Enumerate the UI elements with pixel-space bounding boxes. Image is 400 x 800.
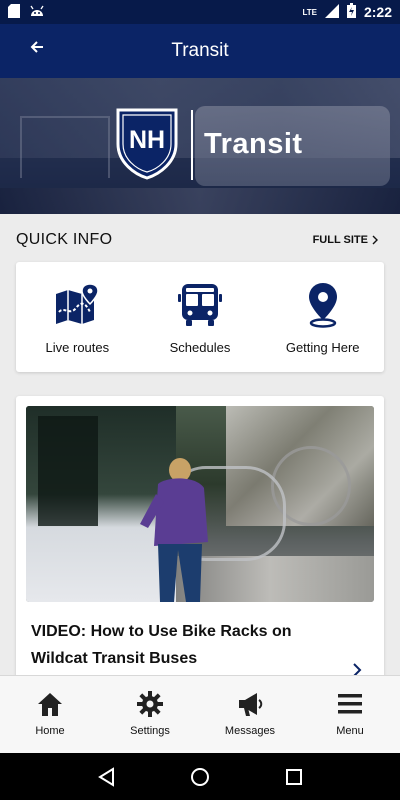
megaphone-icon <box>239 693 263 716</box>
quick-item-label: Live routes <box>45 340 110 355</box>
chevron-right-icon <box>372 235 378 245</box>
app-bar: Transit <box>0 24 400 78</box>
menu-icon <box>338 694 362 714</box>
thumbnail-person <box>140 458 208 602</box>
home-circle-icon[interactable] <box>190 767 210 787</box>
unh-shield-logo: NH <box>116 108 178 180</box>
news-card[interactable]: VIDEO: How to Use Bike Racks on Wildcat … <box>16 396 384 686</box>
quick-item-live-routes[interactable]: Live routes <box>16 262 139 372</box>
nav-label: Settings <box>130 725 170 737</box>
android-icon <box>30 4 44 20</box>
nav-label: Home <box>35 725 65 737</box>
nav-messages[interactable]: Messages <box>200 676 300 753</box>
nav-menu[interactable]: Menu <box>300 676 400 753</box>
bottom-nav: Home Settings Messages Menu <box>0 675 400 753</box>
lte-label: LTE <box>302 7 317 17</box>
home-icon <box>38 693 62 716</box>
nav-label: Messages <box>224 725 276 737</box>
status-bar: LTE 2:22 <box>0 0 400 24</box>
nav-label: Menu <box>336 725 364 737</box>
logo-letters: NH <box>129 126 165 154</box>
full-site-link[interactable]: FULL SITE <box>313 234 378 246</box>
system-nav-bar <box>0 753 400 800</box>
signal-icon <box>324 3 339 21</box>
clock: 2:22 <box>363 4 392 20</box>
battery-icon <box>346 3 356 21</box>
back-triangle-icon[interactable] <box>97 766 115 787</box>
recents-square-icon[interactable] <box>285 768 303 786</box>
quick-info-card: Live routes Schedules Getting Here <box>16 262 384 372</box>
map-pin-icon <box>56 283 100 324</box>
quick-item-label: Getting Here <box>285 340 360 355</box>
quick-info-header: QUICK INFO FULL SITE <box>16 231 378 249</box>
back-button[interactable] <box>26 36 48 58</box>
news-title: VIDEO: How to Use Bike Racks on Wildcat … <box>31 623 292 667</box>
back-arrow-icon <box>30 41 43 53</box>
quick-item-schedules[interactable]: Schedules <box>139 262 262 372</box>
quick-item-getting-here[interactable]: Getting Here <box>261 262 384 372</box>
hero-banner: NH Transit <box>0 78 400 214</box>
nav-settings[interactable]: Settings <box>100 676 200 753</box>
nav-home[interactable]: Home <box>0 676 100 753</box>
sd-card-icon <box>8 3 20 21</box>
bus-icon <box>178 284 222 326</box>
full-site-label: FULL SITE <box>312 234 368 246</box>
quick-item-label: Schedules <box>169 340 231 355</box>
location-pin-icon <box>308 283 337 328</box>
news-video-thumbnail[interactable] <box>26 406 374 602</box>
gear-icon <box>137 691 163 717</box>
logo-divider <box>191 110 193 180</box>
logo-text: Transit <box>204 128 303 160</box>
quick-info-heading: QUICK INFO <box>16 231 113 248</box>
page-title: Transit <box>171 40 229 61</box>
